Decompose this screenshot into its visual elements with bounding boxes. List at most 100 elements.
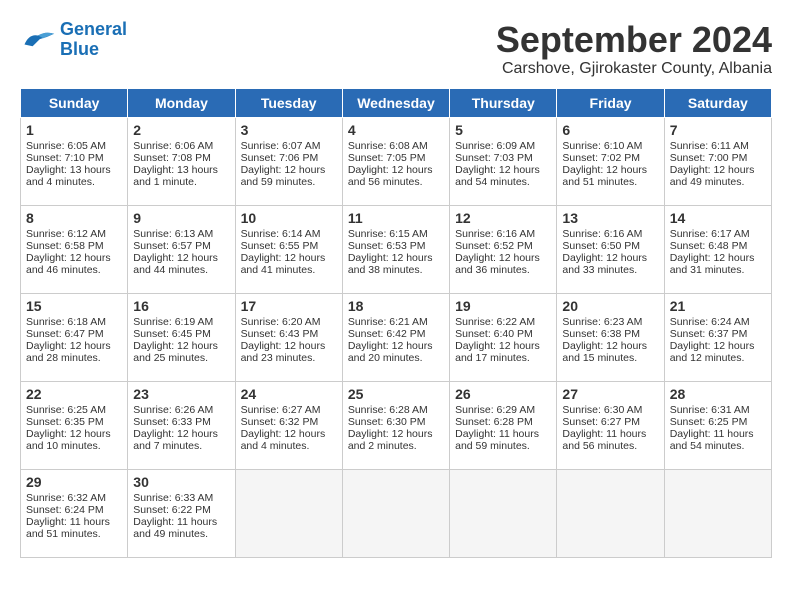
- day-info: and 25 minutes.: [133, 352, 229, 364]
- day-cell: [342, 469, 449, 557]
- day-info: Sunrise: 6:23 AM: [562, 316, 658, 328]
- day-number: 1: [26, 122, 122, 138]
- day-info: and 51 minutes.: [26, 528, 122, 540]
- day-info: Sunrise: 6:22 AM: [455, 316, 551, 328]
- day-info: Sunset: 6:50 PM: [562, 240, 658, 252]
- day-cell: 7Sunrise: 6:11 AMSunset: 7:00 PMDaylight…: [664, 117, 771, 205]
- day-number: 19: [455, 298, 551, 314]
- day-number: 27: [562, 386, 658, 402]
- day-info: Sunrise: 6:28 AM: [348, 404, 444, 416]
- day-cell: 6Sunrise: 6:10 AMSunset: 7:02 PMDaylight…: [557, 117, 664, 205]
- day-info: and 4 minutes.: [26, 176, 122, 188]
- logo-icon: [20, 26, 56, 54]
- day-info: Sunrise: 6:21 AM: [348, 316, 444, 328]
- day-info: Daylight: 12 hours: [241, 340, 337, 352]
- day-info: and 36 minutes.: [455, 264, 551, 276]
- day-info: Sunrise: 6:29 AM: [455, 404, 551, 416]
- logo-line2: Blue: [60, 39, 99, 59]
- day-info: Sunset: 6:35 PM: [26, 416, 122, 428]
- day-info: Sunrise: 6:25 AM: [26, 404, 122, 416]
- day-cell: 1 Sunrise: 6:05 AMSunset: 7:10 PMDaylight…: [21, 117, 128, 205]
- day-info: and 4 minutes.: [241, 440, 337, 452]
- day-info: Sunset: 6:42 PM: [348, 328, 444, 340]
- day-info: and 54 minutes.: [670, 440, 766, 452]
- day-info: Daylight: 12 hours: [241, 164, 337, 176]
- day-number: 9: [133, 210, 229, 226]
- day-number: 5: [455, 122, 551, 138]
- day-cell: [235, 469, 342, 557]
- day-info: Sunset: 6:55 PM: [241, 240, 337, 252]
- day-info: Daylight: 12 hours: [26, 428, 122, 440]
- day-cell: 9Sunrise: 6:13 AMSunset: 6:57 PMDaylight…: [128, 205, 235, 293]
- day-info: Daylight: 12 hours: [455, 164, 551, 176]
- page-header: General Blue September 2024 Carshove, Gj…: [20, 20, 772, 78]
- day-info: and 12 minutes.: [670, 352, 766, 364]
- day-info: Sunset: 6:27 PM: [562, 416, 658, 428]
- day-info: Daylight: 12 hours: [241, 428, 337, 440]
- day-info: Sunrise: 6:08 AM: [348, 140, 444, 152]
- day-info: and 28 minutes.: [26, 352, 122, 364]
- day-number: 11: [348, 210, 444, 226]
- day-info: Sunset: 7:08 PM: [133, 152, 229, 164]
- day-number: 20: [562, 298, 658, 314]
- day-info: Sunset: 6:53 PM: [348, 240, 444, 252]
- logo: General Blue: [20, 20, 127, 60]
- week-row-2: 8Sunrise: 6:12 AMSunset: 6:58 PMDaylight…: [21, 205, 772, 293]
- day-cell: 10Sunrise: 6:14 AMSunset: 6:55 PMDayligh…: [235, 205, 342, 293]
- day-info: Sunrise: 6:09 AM: [455, 140, 551, 152]
- day-number: 26: [455, 386, 551, 402]
- day-info: and 44 minutes.: [133, 264, 229, 276]
- day-info: Sunset: 6:43 PM: [241, 328, 337, 340]
- day-info: Sunrise: 6:27 AM: [241, 404, 337, 416]
- day-cell: [557, 469, 664, 557]
- day-info: and 59 minutes.: [455, 440, 551, 452]
- day-info: Sunrise: 6:20 AM: [241, 316, 337, 328]
- day-info: Sunrise: 6:16 AM: [562, 228, 658, 240]
- day-info: and 54 minutes.: [455, 176, 551, 188]
- day-number: 15: [26, 298, 122, 314]
- day-info: Daylight: 13 hours: [133, 164, 229, 176]
- day-cell: 13Sunrise: 6:16 AMSunset: 6:50 PMDayligh…: [557, 205, 664, 293]
- day-cell: 4 Sunrise: 6:08 AMSunset: 7:05 PMDaylight…: [342, 117, 449, 205]
- day-info: Sunset: 7:05 PM: [348, 152, 444, 164]
- day-cell: 5Sunrise: 6:09 AMSunset: 7:03 PMDaylight…: [450, 117, 557, 205]
- day-number: 23: [133, 386, 229, 402]
- calendar-subtitle: Carshove, Gjirokaster County, Albania: [496, 60, 772, 78]
- day-number: 4: [348, 122, 444, 138]
- day-info: Sunrise: 6:05 AM: [26, 140, 122, 152]
- day-info: Daylight: 12 hours: [241, 252, 337, 264]
- day-cell: [450, 469, 557, 557]
- day-info: Sunrise: 6:16 AM: [455, 228, 551, 240]
- day-info: Daylight: 12 hours: [348, 252, 444, 264]
- day-cell: 17Sunrise: 6:20 AMSunset: 6:43 PMDayligh…: [235, 293, 342, 381]
- day-info: Sunset: 6:24 PM: [26, 504, 122, 516]
- day-info: Sunset: 6:30 PM: [348, 416, 444, 428]
- day-cell: 19Sunrise: 6:22 AMSunset: 6:40 PMDayligh…: [450, 293, 557, 381]
- day-cell: 26 Sunrise: 6:29 AMSunset: 6:28 PMDayligh…: [450, 381, 557, 469]
- day-info: Sunset: 6:58 PM: [26, 240, 122, 252]
- day-cell: 24Sunrise: 6:27 AMSunset: 6:32 PMDayligh…: [235, 381, 342, 469]
- col-header-friday: Friday: [557, 88, 664, 117]
- day-number: 10: [241, 210, 337, 226]
- day-info: Daylight: 11 hours: [455, 428, 551, 440]
- col-header-thursday: Thursday: [450, 88, 557, 117]
- day-info: and 56 minutes.: [348, 176, 444, 188]
- day-info: Daylight: 13 hours: [26, 164, 122, 176]
- day-cell: 23Sunrise: 6:26 AMSunset: 6:33 PMDayligh…: [128, 381, 235, 469]
- day-number: 13: [562, 210, 658, 226]
- day-info: Sunset: 6:47 PM: [26, 328, 122, 340]
- day-info: Daylight: 12 hours: [348, 164, 444, 176]
- day-cell: 2Sunrise: 6:06 AMSunset: 7:08 PMDaylight…: [128, 117, 235, 205]
- day-cell: 11Sunrise: 6:15 AMSunset: 6:53 PMDayligh…: [342, 205, 449, 293]
- col-header-wednesday: Wednesday: [342, 88, 449, 117]
- day-info: Sunset: 6:52 PM: [455, 240, 551, 252]
- day-info: Sunrise: 6:26 AM: [133, 404, 229, 416]
- day-info: Daylight: 12 hours: [670, 164, 766, 176]
- day-info: Sunset: 6:28 PM: [455, 416, 551, 428]
- day-info: Sunset: 7:10 PM: [26, 152, 122, 164]
- day-info: Daylight: 11 hours: [133, 516, 229, 528]
- day-number: 18: [348, 298, 444, 314]
- day-info: and 10 minutes.: [26, 440, 122, 452]
- day-info: Daylight: 12 hours: [348, 340, 444, 352]
- day-info: Sunrise: 6:10 AM: [562, 140, 658, 152]
